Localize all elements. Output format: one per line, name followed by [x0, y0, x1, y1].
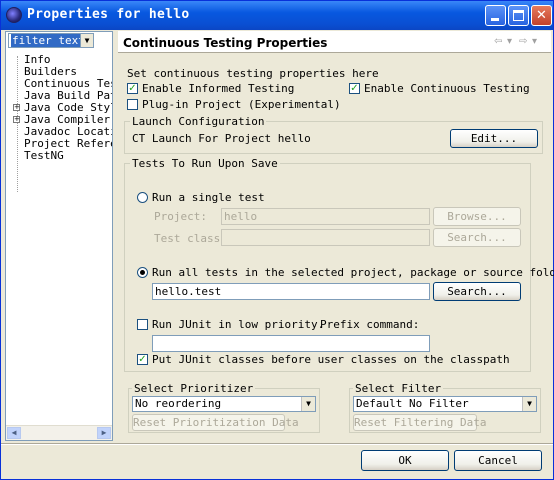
close-icon: ✕: [536, 8, 547, 23]
tree-connector-line: [17, 56, 18, 192]
expand-icon[interactable]: +: [13, 116, 20, 123]
eclipse-icon: [6, 7, 22, 23]
back-menu-icon[interactable]: ▾: [507, 36, 512, 47]
low-priority-checkbox[interactable]: [137, 319, 148, 330]
run-single-test-radio[interactable]: [137, 192, 148, 203]
run-single-test-label: Run a single test: [152, 191, 265, 204]
launch-config-title: Launch Configuration: [130, 115, 267, 128]
plugin-project-checkbox[interactable]: [127, 99, 138, 110]
source-folder-input[interactable]: hello.test: [152, 283, 430, 300]
back-icon[interactable]: ⇦: [494, 36, 502, 47]
page-title: Continuous Testing Properties: [123, 36, 328, 50]
tree-horizontal-scrollbar[interactable]: ◀ ▶: [6, 425, 112, 440]
run-all-tests-radio[interactable]: [137, 267, 148, 278]
prioritizer-title: Select Prioritizer: [132, 382, 256, 395]
prioritizer-value: No reordering: [135, 397, 222, 410]
browse-project-button[interactable]: Browse...: [433, 207, 521, 226]
filter-select[interactable]: Default No Filter ▼: [353, 396, 537, 412]
ok-button[interactable]: OK: [361, 450, 449, 471]
plugin-project-label: Plug-in Project (Experimental): [142, 98, 341, 111]
chevron-down-icon[interactable]: ▼: [301, 397, 315, 411]
filter-group-title: Select Filter: [353, 382, 444, 395]
put-junit-first-label: Put JUnit classes before user classes on…: [152, 353, 510, 366]
project-input[interactable]: hello: [221, 208, 430, 225]
prefix-command-input[interactable]: [152, 335, 430, 352]
test-class-label: Test class:: [154, 232, 227, 245]
filter-value: Default No Filter: [356, 397, 469, 410]
informed-testing-checkbox[interactable]: ✓: [127, 83, 138, 94]
continuous-testing-label: Enable Continuous Testing: [364, 82, 530, 95]
minimize-icon: [491, 18, 499, 21]
test-class-input[interactable]: [221, 229, 430, 246]
prefix-command-label: Prefix command:: [320, 318, 420, 331]
search-class-button[interactable]: Search...: [433, 228, 521, 247]
window-title: Properties for hello: [27, 7, 190, 22]
minimize-button[interactable]: [485, 5, 506, 26]
project-label: Project:: [154, 210, 207, 223]
continuous-testing-checkbox[interactable]: ✓: [349, 83, 360, 94]
intro-text: Set continuous testing properties here: [127, 67, 379, 80]
reset-filtering-button[interactable]: Reset Filtering Data: [353, 414, 486, 431]
properties-dialog: Properties for hello ✕ filter text ▼ Inf…: [0, 0, 554, 480]
maximize-button[interactable]: [508, 5, 529, 26]
edit-launch-button[interactable]: Edit...: [450, 129, 538, 148]
prioritizer-select[interactable]: No reordering ▼: [132, 396, 316, 412]
filter-dropdown-icon[interactable]: ▼: [80, 34, 93, 47]
tests-to-run-title: Tests To Run Upon Save: [130, 157, 280, 170]
forward-icon[interactable]: ⇨: [519, 36, 527, 47]
filter-text: filter text: [11, 34, 86, 47]
preference-tree: filter text ▼ InfoBuildersContinuous Tes…: [5, 31, 113, 441]
expand-icon[interactable]: +: [13, 104, 20, 111]
footer-separator: [1, 443, 553, 445]
scroll-right-icon[interactable]: ▶: [97, 427, 111, 439]
forward-menu-icon[interactable]: ▾: [532, 36, 537, 47]
maximize-icon: [513, 10, 524, 21]
title-bar[interactable]: Properties for hello ✕: [1, 1, 553, 30]
reset-prioritization-button[interactable]: Reset Prioritization Data: [132, 414, 299, 431]
filter-input[interactable]: filter text ▼: [8, 33, 94, 48]
search-source-button[interactable]: Search...: [433, 282, 521, 301]
cancel-button[interactable]: Cancel: [454, 450, 542, 471]
run-all-tests-label: Run all tests in the selected project, p…: [152, 266, 554, 279]
informed-testing-label: Enable Informed Testing: [142, 82, 295, 95]
page-header: Continuous Testing Properties ⇦ ▾ ⇨ ▾: [118, 31, 551, 53]
launch-config-text: CT Launch For Project hello: [132, 132, 311, 145]
close-button[interactable]: ✕: [531, 5, 552, 26]
tree-item[interactable]: TestNG: [24, 150, 64, 162]
chevron-down-icon[interactable]: ▼: [522, 397, 536, 411]
put-junit-first-checkbox[interactable]: ✓: [137, 354, 148, 365]
low-priority-label: Run JUnit in low priority.: [152, 318, 325, 331]
scroll-left-icon[interactable]: ◀: [7, 427, 21, 439]
